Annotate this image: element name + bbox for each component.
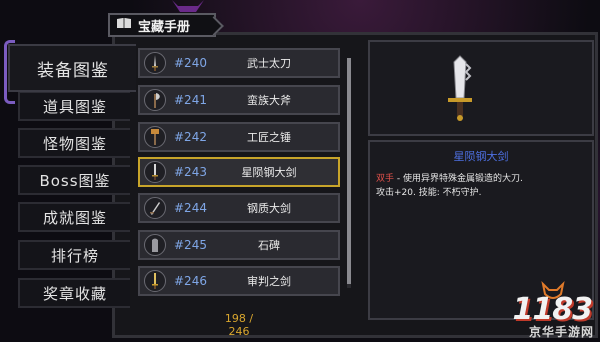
item-number: #245 [174,238,207,252]
item-number: #242 [174,130,207,144]
tab-label: 道具图鉴 [42,97,107,116]
item-list: #240 武士太刀 #241 蛮族大斧 #242 工匠之锤 #243 星陨钢大剑… [130,40,356,330]
collection-count: 198 / 246 [224,312,254,338]
list-item[interactable]: #241 蛮族大斧 [138,85,340,115]
item-number: #244 [174,201,207,215]
list-item[interactable]: #242 工匠之锤 [138,122,340,152]
two-handed-tag: 双手 [376,174,395,184]
axe-icon [144,89,166,111]
tab-medal-collection[interactable]: 奖章收藏 [18,278,130,308]
katana-icon [144,52,166,74]
list-item[interactable]: #246 审判之剑 [138,266,340,296]
tab-monster-codex[interactable]: 怪物图鉴 [18,128,130,158]
list-item[interactable]: #244 钢质大剑 [138,193,340,223]
item-preview [368,40,594,136]
item-name: 石碑 [258,239,280,252]
tab-achievement-codex[interactable]: 成就图鉴 [18,202,130,232]
tab-label: 成就图鉴 [42,208,107,227]
judgement-sword-icon [144,270,166,292]
item-name: 武士太刀 [247,57,291,70]
item-name: 星陨钢大剑 [241,166,297,179]
tab-label: 奖章收藏 [42,284,107,303]
greatsword-preview-icon [448,55,472,121]
list-item-selected[interactable]: #243 星陨钢大剑 [138,157,340,187]
watermark-logo: 1183 [512,292,593,327]
tab-boss-codex[interactable]: Boss图鉴 [18,165,130,195]
watermark-subtitle: 京华手游网 [528,325,594,339]
tab-label: 排行榜 [50,246,99,265]
greatsword-icon [144,161,166,183]
book-icon [116,17,132,33]
tab-item-codex[interactable]: 道具图鉴 [18,91,130,121]
item-number: #241 [174,93,207,107]
scrollbar-thumb[interactable] [347,58,351,284]
description-line-1: - 使用异界特殊金属锻造的大刀. [394,174,523,184]
item-description: 双手 - 使用异界特殊金属锻造的大刀. 攻击+20. 技能: 不朽守护. [376,172,586,200]
page-title: 宝藏手册 [138,19,191,35]
tab-label: Boss图鉴 [39,171,111,190]
item-number: #243 [174,165,207,179]
tab-label: 装备图鉴 [37,60,109,81]
item-number: #240 [174,56,207,70]
tab-equipment-codex[interactable]: 装备图鉴 [4,40,136,104]
item-name: 蛮族大斧 [247,94,291,107]
tab-leaderboard[interactable]: 排行榜 [18,240,130,270]
item-name: 钢质大剑 [247,202,291,215]
tablet-icon [144,234,166,256]
sword-icon [144,197,166,219]
item-name: 审判之剑 [247,275,291,288]
item-name: 工匠之锤 [247,131,291,144]
list-scrollbar[interactable] [347,58,351,288]
list-item[interactable]: #245 石碑 [138,230,340,260]
tab-label: 怪物图鉴 [42,134,107,153]
site-watermark: 1183 京华手游网 [480,280,598,340]
hammer-icon [144,126,166,148]
description-line-2: 攻击+20. 技能: 不朽守护. [376,188,482,198]
horns-decoration [172,0,204,12]
list-item[interactable]: #240 武士太刀 [138,48,340,78]
page-title-badge: 宝藏手册 [108,13,216,37]
item-detail-name: 星陨钢大剑 [453,150,509,163]
item-number: #246 [174,274,207,288]
